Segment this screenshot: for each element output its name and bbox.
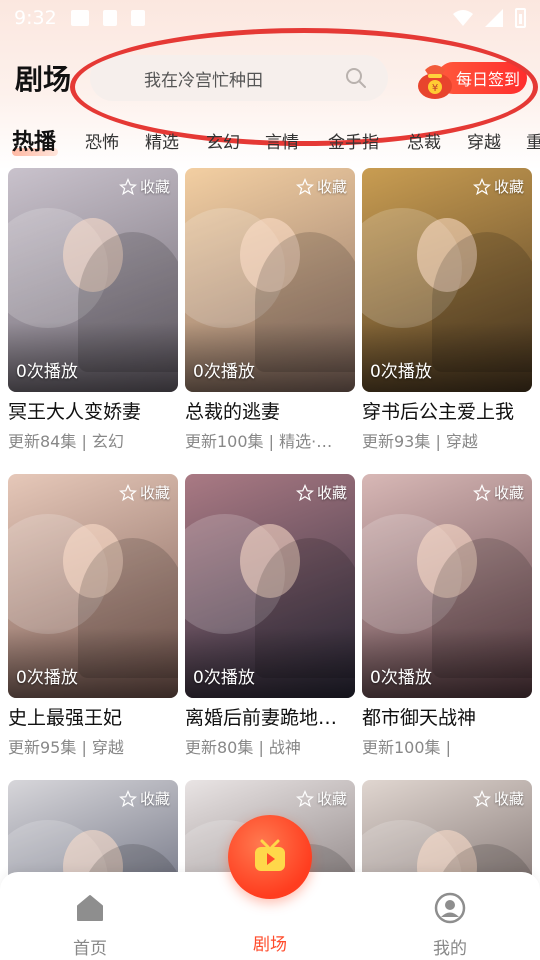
drama-card[interactable]: 收藏 0次播放 冥王大人变娇妻 更新84集 | 玄幻 [8, 168, 178, 452]
nav-theater[interactable]: 剧场 [230, 892, 310, 955]
battery-icon [515, 8, 526, 28]
nav-profile-label: 我的 [433, 939, 467, 959]
download-notification-icon [102, 10, 117, 26]
favorite-label: 收藏 [316, 178, 347, 196]
wifi-icon [453, 10, 473, 26]
drama-card[interactable]: 收藏 0次播放 史上最强王妃 更新95集 | 穿越 [8, 474, 178, 758]
search-input[interactable]: 我在冷宫忙种田 [90, 55, 388, 101]
play-count: 0次播放 [370, 362, 432, 382]
favorite-button[interactable]: 收藏 [472, 788, 524, 809]
play-count: 0次播放 [193, 668, 255, 688]
theater-icon [255, 839, 285, 871]
page-title: 剧场 [15, 63, 72, 96]
star-icon [118, 177, 137, 195]
favorite-label: 收藏 [316, 484, 347, 502]
nav-home[interactable]: 首页 [50, 892, 130, 959]
tab-fantasy[interactable]: 玄幻 [206, 128, 240, 153]
favorite-button[interactable]: 收藏 [295, 482, 347, 503]
drama-poster[interactable]: 收藏 0次播放 [8, 474, 178, 698]
nav-profile[interactable]: 我的 [410, 892, 490, 959]
signal-icon [485, 9, 503, 27]
tab-rebirth[interactable]: 重 [526, 128, 540, 153]
app-notification-icon [130, 10, 145, 26]
play-count: 0次播放 [16, 362, 78, 382]
play-count: 0次播放 [16, 668, 78, 688]
category-tabs: 热播 恐怖 精选 玄幻 言情 金手指 总裁 穿越 重 [0, 124, 540, 160]
tab-time-travel[interactable]: 穿越 [467, 128, 501, 153]
drama-poster[interactable]: 收藏 0次播放 [362, 168, 532, 392]
drama-meta: 更新100集 | [362, 738, 452, 757]
favorite-button[interactable]: 收藏 [295, 176, 347, 197]
theater-fab-button[interactable] [228, 815, 312, 899]
favorite-label: 收藏 [493, 178, 524, 196]
drama-card[interactable]: 收藏 0次播放 离婚后前妻跪地… 更新80集 | 战神 [185, 474, 355, 758]
drama-title[interactable]: 都市御天战神 [362, 703, 534, 730]
profile-icon [434, 892, 466, 924]
favorite-label: 收藏 [493, 790, 524, 808]
search-icon[interactable] [344, 66, 368, 90]
drama-meta: 更新93集 | 穿越 [362, 432, 478, 451]
tab-featured[interactable]: 精选 [145, 128, 179, 153]
tab-horror[interactable]: 恐怖 [85, 128, 119, 153]
tab-romance[interactable]: 言情 [265, 128, 299, 153]
star-icon [472, 483, 491, 501]
favorite-button[interactable]: 收藏 [118, 176, 170, 197]
star-icon [118, 789, 137, 807]
drama-poster[interactable]: 收藏 0次播放 [362, 474, 532, 698]
home-icon [77, 895, 103, 921]
favorite-button[interactable]: 收藏 [295, 788, 347, 809]
drama-card[interactable]: 收藏 0次播放 穿书后公主爱上我 更新93集 | 穿越 [362, 168, 532, 452]
status-bar: 9:32 [0, 0, 540, 36]
tab-hot[interactable]: 热播 [12, 124, 56, 156]
star-icon [295, 177, 314, 195]
star-icon [472, 789, 491, 807]
status-time: 9:32 [14, 7, 57, 29]
favorite-button[interactable]: 收藏 [118, 788, 170, 809]
favorite-button[interactable]: 收藏 [472, 176, 524, 197]
star-icon [118, 483, 137, 501]
drama-title[interactable]: 冥王大人变娇妻 [8, 397, 180, 424]
favorite-label: 收藏 [139, 484, 170, 502]
drama-title[interactable]: 总裁的逃妻 [185, 397, 357, 424]
daily-checkin-button[interactable]: 每日签到 ¥ [415, 58, 527, 100]
drama-poster[interactable]: 收藏 0次播放 [8, 168, 178, 392]
play-count: 0次播放 [193, 362, 255, 382]
drama-poster[interactable]: 收藏 0次播放 [185, 168, 355, 392]
star-icon [295, 483, 314, 501]
drama-meta: 更新100集 | 精选·… [185, 432, 333, 451]
nav-home-label: 首页 [73, 939, 107, 959]
tab-golden-finger[interactable]: 金手指 [328, 128, 379, 153]
drama-meta: 更新80集 | 战神 [185, 738, 301, 757]
header: 剧场 我在冷宫忙种田 每日签到 ¥ [0, 52, 540, 108]
star-icon [472, 177, 491, 195]
svg-text:¥: ¥ [432, 83, 438, 94]
drama-meta: 更新95集 | 穿越 [8, 738, 124, 757]
drama-meta: 更新84集 | 玄幻 [8, 432, 124, 451]
favorite-label: 收藏 [316, 790, 347, 808]
drama-poster[interactable]: 收藏 0次播放 [185, 474, 355, 698]
favorite-label: 收藏 [139, 178, 170, 196]
nav-theater-label: 剧场 [253, 935, 287, 955]
favorite-label: 收藏 [493, 484, 524, 502]
search-placeholder: 我在冷宫忙种田 [144, 70, 263, 91]
drama-title[interactable]: 穿书后公主爱上我 [362, 397, 534, 424]
image-notification-icon [70, 10, 89, 26]
drama-card[interactable]: 收藏 0次播放 总裁的逃妻 更新100集 | 精选·… [185, 168, 355, 452]
drama-title[interactable]: 史上最强王妃 [8, 703, 180, 730]
play-count: 0次播放 [370, 668, 432, 688]
favorite-button[interactable]: 收藏 [118, 482, 170, 503]
tab-ceo[interactable]: 总裁 [407, 128, 441, 153]
favorite-button[interactable]: 收藏 [472, 482, 524, 503]
money-bag-icon: ¥ [418, 65, 452, 99]
drama-title[interactable]: 离婚后前妻跪地… [185, 703, 357, 730]
drama-card[interactable]: 收藏 0次播放 都市御天战神 更新100集 | [362, 474, 532, 758]
star-icon [295, 789, 314, 807]
favorite-label: 收藏 [139, 790, 170, 808]
